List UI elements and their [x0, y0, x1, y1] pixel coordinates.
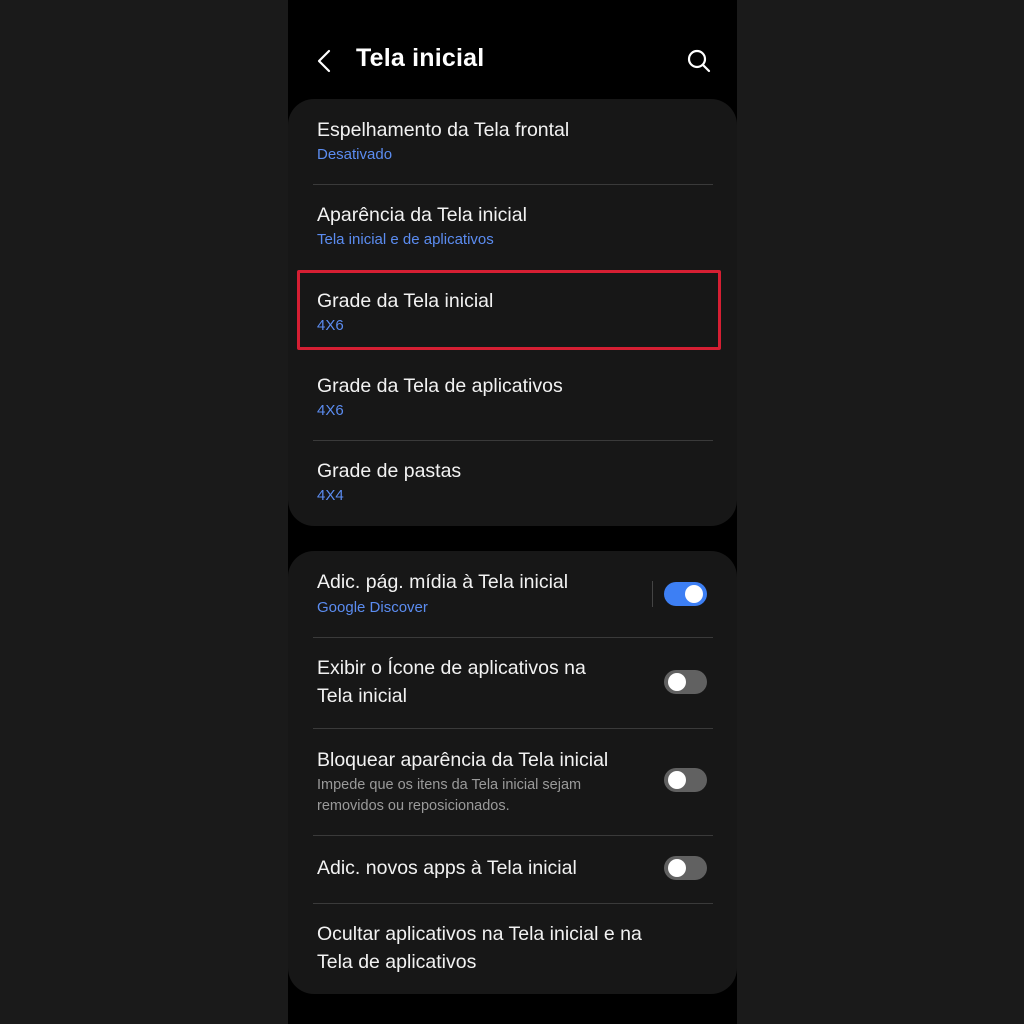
item-label: Grade da Tela de aplicativos — [317, 375, 563, 397]
item-status: 4X6 — [317, 402, 344, 419]
apps-button-toggle[interactable] — [664, 670, 707, 694]
item-status: Desativado — [317, 146, 393, 163]
item-label: Aparência da Tela inicial — [317, 204, 527, 226]
toggle-knob — [668, 771, 686, 789]
item-label: Bloquear aparência da Tela inicial — [317, 749, 609, 771]
add-new-apps-toggle[interactable] — [664, 856, 707, 880]
item-status: Tela inicial e de aplicativos — [317, 231, 494, 248]
toggle-knob — [668, 859, 686, 877]
item-label-line2: Tela de aplicativos — [317, 951, 477, 973]
item-description-line2: removidos ou reposicionados. — [317, 798, 510, 814]
item-label-line1: Exibir o Ícone de aplicativos na — [317, 657, 586, 679]
settings-screen: Tela inicial Espelhamento da Tela fronta… — [288, 0, 737, 1024]
home-options-card: Adic. pág. mídia à Tela inicial Google D… — [288, 551, 737, 994]
item-description-line1: Impede que os itens da Tela inicial seja… — [317, 777, 582, 793]
item-label: Espelhamento da Tela frontal — [317, 119, 570, 141]
apps-button-item[interactable]: Exibir o Ícone de aplicativos na Tela in… — [288, 638, 737, 728]
back-button[interactable] — [310, 46, 340, 76]
item-status: 4X4 — [317, 487, 344, 504]
back-arrow-icon — [317, 49, 331, 73]
page-title: Tela inicial — [356, 44, 485, 72]
item-status: Google Discover — [317, 599, 428, 616]
search-icon — [687, 49, 711, 73]
front-screen-mirroring-item[interactable]: Espelhamento da Tela frontal Desativado — [288, 99, 737, 184]
toggle-knob — [668, 673, 686, 691]
grid-settings-card: Espelhamento da Tela frontal Desativado … — [288, 99, 737, 526]
item-label: Grade de pastas — [317, 460, 462, 482]
item-label: Adic. pág. mídia à Tela inicial — [317, 571, 569, 593]
item-status: 4X6 — [317, 317, 344, 334]
search-button[interactable] — [684, 46, 714, 76]
add-new-apps-item[interactable]: Adic. novos apps à Tela inicial — [288, 836, 737, 903]
lock-layout-item[interactable]: Bloquear aparência da Tela inicial Imped… — [288, 729, 737, 835]
toggle-knob — [685, 585, 703, 603]
apps-screen-grid-item[interactable]: Grade da Tela de aplicativos 4X6 — [288, 355, 737, 440]
item-label-line2: Tela inicial — [317, 685, 407, 707]
divider — [652, 581, 653, 607]
lock-layout-toggle[interactable] — [664, 768, 707, 792]
home-screen-grid-item[interactable]: Grade da Tela inicial 4X6 — [288, 270, 737, 355]
item-label: Adic. novos apps à Tela inicial — [317, 857, 577, 879]
hide-apps-item[interactable]: Ocultar aplicativos na Tela inicial e na… — [288, 904, 737, 994]
item-label: Grade da Tela inicial — [317, 290, 494, 312]
item-label-line1: Ocultar aplicativos na Tela inicial e na — [317, 923, 642, 945]
media-page-toggle[interactable] — [664, 582, 707, 606]
app-header: Tela inicial — [288, 32, 737, 88]
home-screen-appearance-item[interactable]: Aparência da Tela inicial Tela inicial e… — [288, 185, 737, 270]
folder-grid-item[interactable]: Grade de pastas 4X4 — [288, 441, 737, 526]
media-page-item[interactable]: Adic. pág. mídia à Tela inicial Google D… — [288, 551, 737, 637]
